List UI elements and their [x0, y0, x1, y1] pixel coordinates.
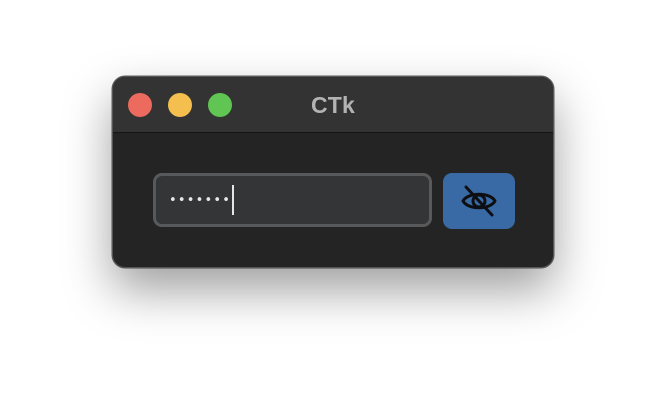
eye-slash-icon: [461, 185, 497, 217]
password-masked-value: •••••••: [169, 192, 232, 208]
title-bar[interactable]: CTk: [113, 77, 553, 133]
window-content: •••••••: [113, 133, 553, 267]
app-window: CTk •••••••: [112, 76, 554, 268]
password-input[interactable]: •••••••: [153, 173, 432, 227]
toggle-password-visibility-button[interactable]: [443, 173, 515, 229]
text-caret: [232, 185, 235, 215]
window-title: CTk: [310, 92, 356, 118]
